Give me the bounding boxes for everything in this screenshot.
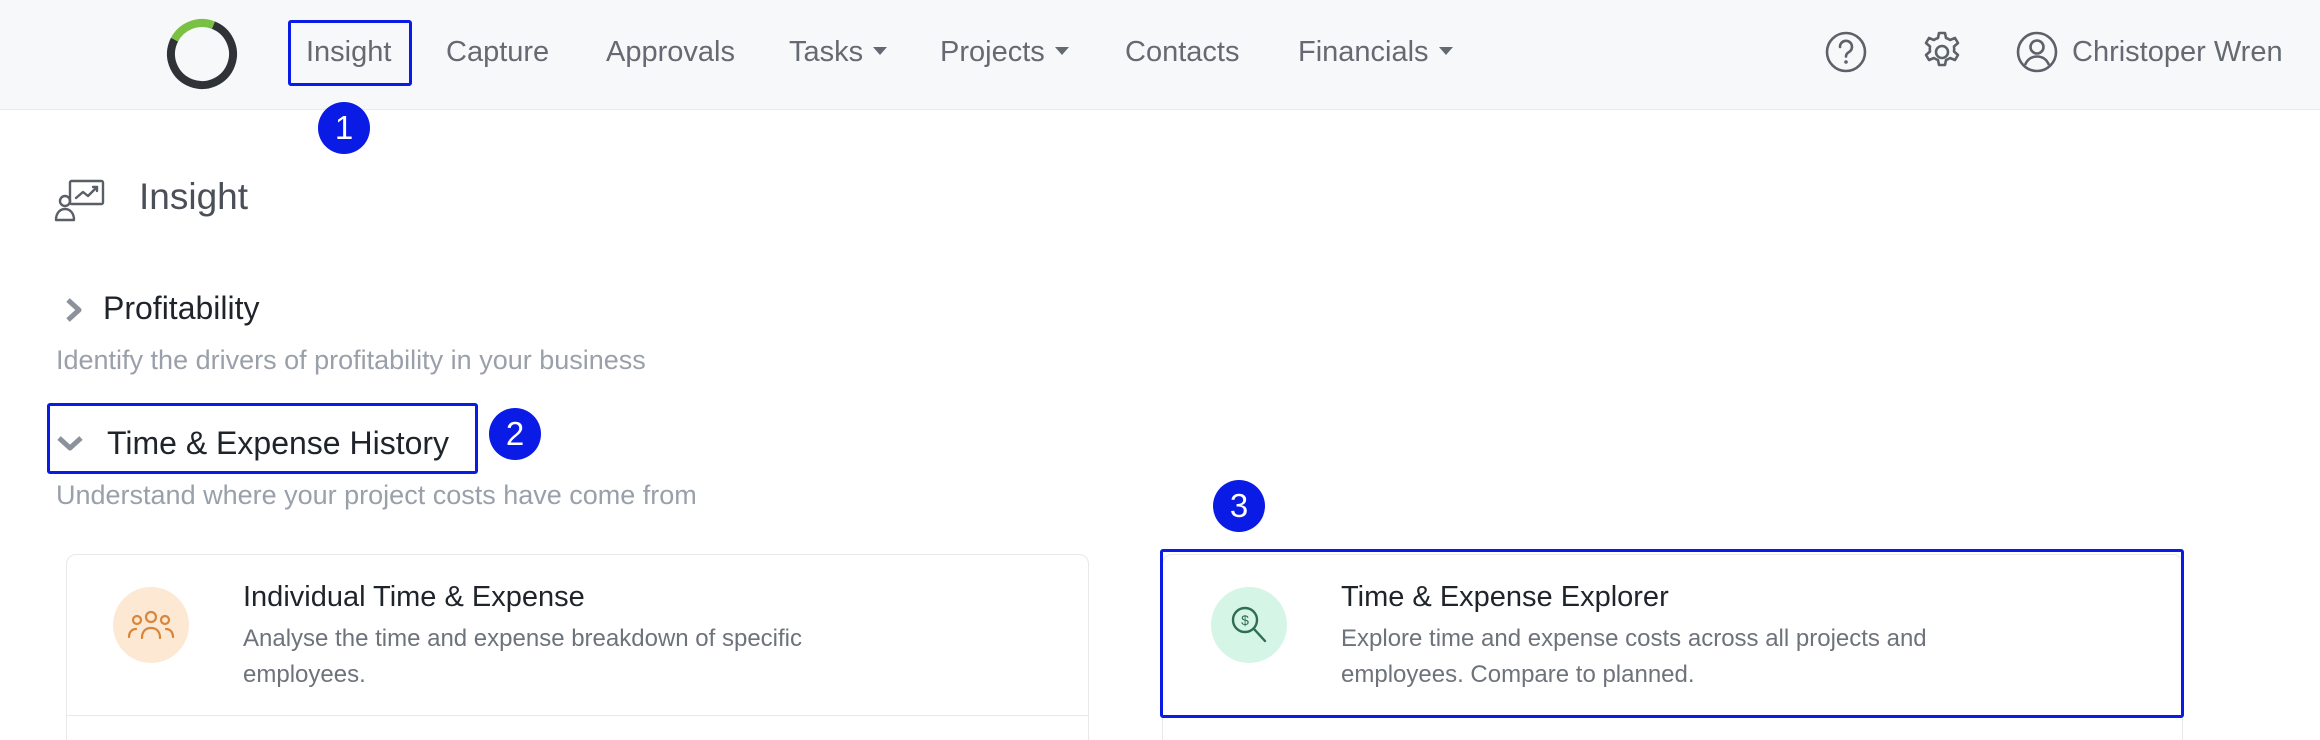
- help-circle-icon[interactable]: [1823, 29, 1869, 75]
- nav-item-tasks[interactable]: Tasks: [789, 0, 888, 105]
- section-title-profitability[interactable]: Profitability: [103, 290, 260, 327]
- card-divider: [67, 715, 1088, 716]
- caret-down-icon: [1054, 47, 1069, 56]
- nav-item-approvals[interactable]: Approvals: [606, 0, 735, 105]
- step-badge-1: 1: [318, 102, 370, 154]
- section-description: Understand where your project costs have…: [56, 480, 697, 510]
- nav-item-capture[interactable]: Capture: [446, 0, 549, 105]
- card-title: Individual Time & Expense: [243, 581, 585, 613]
- step-badge-2: 2: [489, 408, 541, 460]
- page-title: Insight: [139, 176, 249, 217]
- chevron-down-icon[interactable]: [55, 428, 85, 458]
- nav-item-label: Projects: [940, 36, 1045, 68]
- logo-icon[interactable]: [164, 16, 240, 92]
- nav-item-label: Capture: [446, 36, 550, 68]
- card-description: Explore time and expense costs across al…: [1341, 625, 1927, 688]
- card-divider: [1163, 715, 2182, 716]
- step-badge-3: 3: [1213, 480, 1265, 532]
- card-description: Analyse the time and expense breakdown o…: [243, 625, 802, 688]
- user-name-label: Christoper Wren: [2072, 36, 2283, 68]
- user-circle-icon[interactable]: [2014, 29, 2060, 75]
- nav-item-label: Insight: [306, 36, 392, 68]
- user-menu[interactable]: Christoper Wren: [2072, 0, 2283, 105]
- nav-item-label: Financials: [1298, 36, 1429, 68]
- nav-item-label: Tasks: [789, 36, 864, 68]
- card-individual-time-expense[interactable]: Individual Time & Expense Analyse the ti…: [66, 554, 1089, 740]
- gear-icon[interactable]: [1919, 29, 1965, 75]
- people-group-icon: [127, 610, 175, 640]
- nav-item-insight[interactable]: Insight: [306, 0, 391, 105]
- section-description: Identify the drivers of profitability in…: [56, 345, 646, 375]
- nav-item-financials[interactable]: Financials: [1298, 0, 1453, 105]
- card-title: Time & Expense Explorer: [1341, 581, 1669, 613]
- nav-item-projects[interactable]: Projects: [940, 0, 1069, 105]
- nav-item-label: Approvals: [606, 36, 735, 68]
- card-time-expense-explorer[interactable]: $ Time & Expense Explorer Explore time a…: [1162, 554, 2183, 740]
- presentation-user-icon: [54, 179, 105, 222]
- caret-down-icon: [873, 47, 888, 56]
- nav-item-contacts[interactable]: Contacts: [1125, 0, 1239, 105]
- section-title-time-expense-history[interactable]: Time & Expense History: [107, 425, 449, 462]
- caret-down-icon: [1438, 47, 1453, 56]
- top-navigation-bar: Insight Capture Approvals Tasks Projects…: [0, 0, 2320, 110]
- svg-text:$: $: [1241, 612, 1249, 628]
- nav-item-label: Contacts: [1125, 36, 1240, 68]
- dollar-search-icon: $: [1231, 606, 1267, 643]
- card-icon-background: [113, 587, 189, 663]
- chevron-right-icon[interactable]: [58, 295, 88, 325]
- card-icon-background: $: [1211, 587, 1287, 663]
